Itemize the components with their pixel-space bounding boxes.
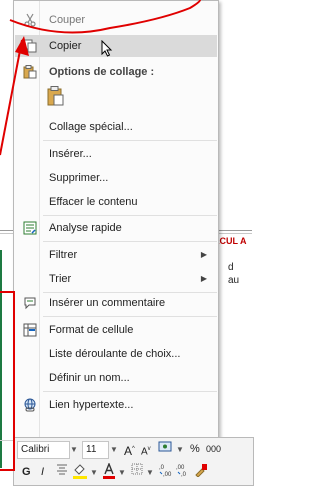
- number-format-icon: [158, 441, 172, 452]
- comment-icon: [24, 297, 36, 310]
- submenu-arrow-icon: ▶: [200, 274, 207, 283]
- increase-decimal-icon: ,0 ,00: [159, 465, 172, 478]
- chevron-down-icon[interactable]: ▼: [176, 441, 184, 459]
- menu-item-label: Collage spécial...: [49, 121, 133, 133]
- mini-toolbar-row: G I ▼ ▼ ▼ ,0 ,00 ,00 ,0: [14, 461, 253, 483]
- font-color-button[interactable]: [102, 462, 116, 485]
- bold-button[interactable]: G: [22, 463, 31, 481]
- borders-button[interactable]: [131, 463, 143, 481]
- context-menu: Couper Copier Options de collage : Colla…: [13, 0, 219, 438]
- shrink-font-button[interactable]: Av: [141, 440, 151, 461]
- menu-item-filter[interactable]: Filtrer ▶: [15, 244, 217, 266]
- format-cells-icon: [23, 323, 37, 337]
- chevron-down-icon[interactable]: ▼: [146, 464, 154, 482]
- paste-option-button[interactable]: [46, 85, 66, 107]
- thousands-separator-button[interactable]: 000: [206, 440, 221, 458]
- menu-separator: [43, 140, 217, 141]
- menu-item-delete[interactable]: Supprimer...: [15, 167, 217, 189]
- menu-item-label: Liste déroulante de choix...: [49, 348, 181, 360]
- menu-item-label: Insérer un commentaire: [49, 297, 166, 309]
- font-color-icon: [103, 462, 115, 479]
- svg-text:,0: ,0: [159, 465, 165, 471]
- align-center-button[interactable]: [56, 463, 68, 481]
- menu-separator: [43, 215, 217, 216]
- paint-bucket-icon: [73, 464, 87, 479]
- menu-item-label: Définir un nom...: [49, 372, 130, 384]
- menu-item-label: Couper: [49, 14, 86, 26]
- menu-item-label: Format de cellule: [49, 324, 134, 336]
- menu-item-paste-options: Options de collage :: [15, 61, 217, 83]
- menu-item-label: Copier: [49, 40, 82, 52]
- shrink-font-label: A: [141, 446, 148, 458]
- percent-button[interactable]: %: [190, 440, 200, 458]
- menu-item-quick-analysis[interactable]: Analyse rapide: [15, 217, 217, 239]
- menu-item-cut[interactable]: Couper: [15, 9, 217, 31]
- paste-icon: [23, 65, 37, 79]
- svg-text:,0: ,0: [181, 472, 187, 477]
- menu-item-label: Supprimer...: [49, 172, 109, 184]
- grow-font-button[interactable]: A^: [124, 440, 135, 460]
- italic-button[interactable]: I: [41, 463, 44, 481]
- font-name-box[interactable]: Calibri: [17, 441, 70, 459]
- menu-item-label: Analyse rapide: [49, 222, 122, 234]
- menu-item-format-cells[interactable]: Format de cellule: [15, 319, 217, 341]
- menu-item-paste-special[interactable]: Collage spécial...: [15, 116, 217, 138]
- menu-item-label: Insérer...: [49, 148, 92, 160]
- mini-toolbar-row: Calibri ▼ 11 ▼ A^ Av ▼ % 000: [14, 438, 253, 460]
- format-painter-icon: [195, 464, 207, 478]
- fill-color-button[interactable]: [72, 463, 88, 485]
- svg-text:,00: ,00: [176, 465, 185, 471]
- format-painter-button[interactable]: [194, 463, 208, 483]
- menu-item-label: Filtrer: [49, 249, 78, 261]
- grow-font-label: A: [124, 444, 133, 458]
- font-size-box[interactable]: 11: [82, 441, 109, 459]
- chevron-down-icon[interactable]: ▼: [118, 464, 126, 482]
- menu-item-label: Lien hypertexte...: [49, 399, 134, 411]
- menu-item-label: Options de collage :: [49, 66, 155, 78]
- increase-decimal-button[interactable]: ,0 ,00: [159, 463, 173, 484]
- menu-separator: [43, 316, 217, 317]
- borders-icon: [131, 463, 143, 475]
- chevron-down-icon[interactable]: ▼: [90, 464, 98, 482]
- scissors-icon: [24, 13, 36, 27]
- quick-analysis-icon: [23, 221, 37, 235]
- menu-separator: [43, 241, 217, 242]
- menu-item-hyperlink[interactable]: Lien hypertexte...: [15, 394, 217, 416]
- menu-item-insert-comment[interactable]: Insérer un commentaire: [15, 292, 217, 314]
- menu-separator: [43, 391, 217, 392]
- copy-icon: [23, 39, 37, 53]
- chevron-down-icon[interactable]: ▼: [110, 441, 118, 459]
- menu-item-label: Trier: [49, 273, 72, 285]
- menu-item-insert[interactable]: Insérer...: [15, 143, 217, 165]
- decrease-decimal-button[interactable]: ,00 ,0: [176, 463, 190, 484]
- paste-icon: [47, 86, 64, 106]
- decrease-decimal-icon: ,00 ,0: [176, 465, 187, 478]
- menu-item-clear-contents[interactable]: Effacer le contenu: [15, 191, 217, 213]
- menu-item-define-name[interactable]: Définir un nom...: [15, 367, 217, 389]
- menu-item-copy[interactable]: Copier: [15, 35, 217, 57]
- mouse-cursor-icon: [101, 40, 113, 57]
- menu-item-dropdown-list[interactable]: Liste déroulante de choix...: [15, 343, 217, 365]
- svg-text:,00: ,00: [163, 472, 172, 477]
- hyperlink-icon: [24, 398, 36, 412]
- sheet-cell-text: d: [228, 262, 234, 273]
- menu-item-label: Effacer le contenu: [49, 196, 138, 208]
- number-format-button[interactable]: [158, 440, 174, 460]
- chevron-down-icon[interactable]: ▼: [70, 441, 78, 459]
- mini-toolbar: Calibri ▼ 11 ▼ A^ Av ▼ % 000 G I ▼ ▼ ▼ ,…: [13, 437, 254, 486]
- sheet-cell-text: au: [228, 275, 240, 286]
- submenu-arrow-icon: ▶: [200, 250, 207, 259]
- menu-item-sort[interactable]: Trier ▶: [15, 268, 217, 290]
- align-center-icon: [57, 464, 67, 475]
